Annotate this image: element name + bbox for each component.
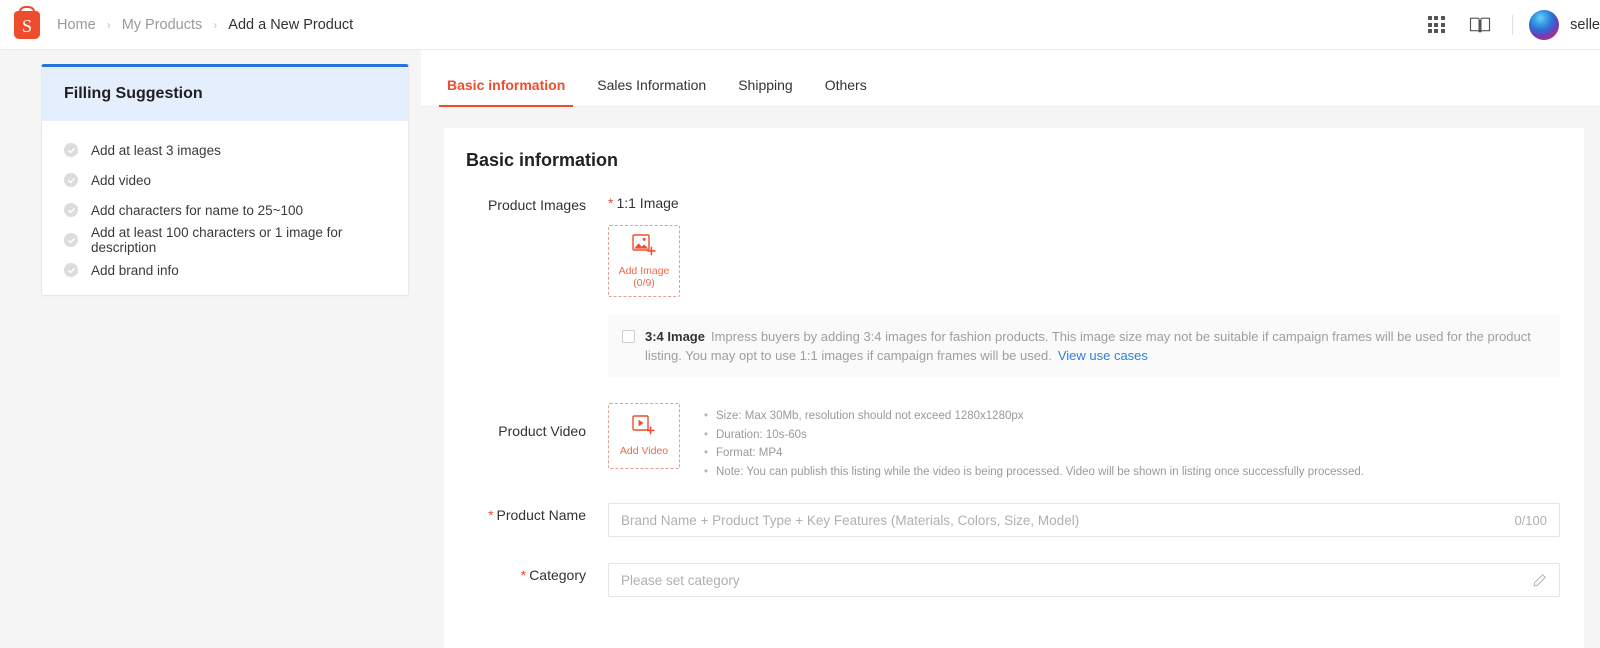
category-label: * Category bbox=[444, 563, 586, 597]
product-name-label: * Product Name bbox=[444, 503, 586, 537]
required-asterisk: * bbox=[608, 195, 614, 211]
apps-grid-icon bbox=[1427, 16, 1445, 33]
required-asterisk: * bbox=[520, 567, 527, 583]
check-circle-icon bbox=[64, 143, 78, 157]
video-specs-list: Size: Max 30Mb, resolution should not ex… bbox=[702, 403, 1364, 481]
add-video-button[interactable]: Add Video bbox=[608, 403, 680, 469]
filling-suggestion-list: Add at least 3 images Add video Add char… bbox=[42, 121, 408, 285]
list-item: Add at least 3 images bbox=[42, 135, 408, 165]
list-item: Add brand info bbox=[42, 255, 408, 285]
filling-suggestion-title: Filling Suggestion bbox=[42, 67, 408, 121]
list-item: Add video bbox=[42, 165, 408, 195]
video-plus-icon bbox=[632, 415, 656, 441]
breadcrumb-separator-icon: › bbox=[106, 17, 111, 32]
filling-suggestion-panel: Filling Suggestion Add at least 3 images… bbox=[41, 64, 409, 296]
product-name-field[interactable]: 0/100 bbox=[608, 503, 1560, 537]
tab-bar: Basic information Sales Information Ship… bbox=[421, 50, 1600, 107]
breadcrumb-item-my-products[interactable]: My Products bbox=[122, 17, 203, 33]
product-name-body: 0/100 bbox=[608, 503, 1584, 537]
help-book-button[interactable] bbox=[1458, 0, 1502, 50]
view-use-cases-link[interactable]: View use cases bbox=[1058, 348, 1148, 363]
ratio-3-4-text-block: 3:4 Image Impress buyers by adding 3:4 im… bbox=[645, 327, 1546, 365]
list-item: Add characters for name to 25~100 bbox=[42, 195, 408, 225]
list-item: Duration: 10s-60s bbox=[704, 426, 1364, 445]
suggestion-label: Add at least 3 images bbox=[91, 142, 221, 158]
book-icon bbox=[1469, 16, 1491, 34]
breadcrumb-item-add-a-new-product: Add a New Product bbox=[228, 16, 354, 33]
suggestion-label: Add video bbox=[91, 172, 152, 188]
add-image-caption-line2: (0/9) bbox=[633, 276, 655, 289]
product-name-input[interactable] bbox=[609, 504, 1509, 536]
seller-name[interactable]: selle bbox=[1570, 17, 1600, 33]
image-plus-icon bbox=[632, 233, 656, 261]
ratio-3-4-checkbox[interactable] bbox=[622, 330, 635, 343]
product-name-row: *Product Name 0/100 bbox=[444, 503, 1584, 537]
tab-shipping[interactable]: Shipping bbox=[722, 77, 809, 106]
shopee-logo[interactable]: S bbox=[13, 10, 41, 40]
product-video-row: Product Video Add Video Size: Max 30Mb, … bbox=[444, 403, 1584, 481]
page-title: Basic information bbox=[466, 150, 619, 170]
list-item: Note: You can publish this listing while… bbox=[704, 463, 1364, 482]
product-video-label: Product Video bbox=[498, 423, 586, 439]
category-row: * Category bbox=[444, 563, 1584, 597]
list-item: Format: MP4 bbox=[704, 444, 1364, 463]
category-body bbox=[608, 563, 1584, 597]
ratio-1-1-text: 1:1 Image bbox=[616, 195, 679, 211]
shopee-logo-mark: S bbox=[14, 10, 40, 39]
product-name-counter: 0/100 bbox=[1514, 512, 1547, 528]
breadcrumb-separator-icon: › bbox=[213, 17, 218, 32]
add-image-caption-line1: Add Image bbox=[618, 264, 670, 277]
list-item: Size: Max 30Mb, resolution should not ex… bbox=[704, 407, 1364, 426]
category-input[interactable] bbox=[609, 564, 1532, 596]
product-images-label: Product Images bbox=[487, 197, 586, 213]
add-image-button[interactable]: Add Image (0/9) bbox=[608, 225, 680, 297]
apps-grid-button[interactable] bbox=[1414, 0, 1458, 50]
avatar[interactable] bbox=[1529, 9, 1560, 40]
shopee-logo-letter: S bbox=[21, 15, 32, 36]
tab-others[interactable]: Others bbox=[809, 77, 883, 106]
top-bar-divider bbox=[1512, 14, 1514, 35]
breadcrumb-item-home[interactable]: Home bbox=[57, 17, 96, 33]
tab-sales-information[interactable]: Sales Information bbox=[581, 77, 722, 106]
top-bar-actions: selle bbox=[1414, 0, 1600, 49]
top-bar: S Home › My Products › Add a New Product… bbox=[0, 0, 1600, 50]
check-circle-icon bbox=[64, 263, 78, 277]
basic-information-card: Basic information Product Images * 1:1 Im… bbox=[444, 128, 1584, 648]
product-name-label-text: Product Name bbox=[496, 507, 586, 523]
suggestion-label: Add at least 100 characters or 1 image f… bbox=[91, 225, 343, 255]
pencil-icon[interactable] bbox=[1532, 573, 1559, 588]
ratio-3-4-note: 3:4 Image Impress buyers by adding 3:4 im… bbox=[608, 315, 1560, 377]
check-circle-icon bbox=[64, 233, 78, 247]
ratio-1-1-label: * 1:1 Image bbox=[608, 195, 1584, 211]
category-label-text: Category bbox=[529, 567, 586, 583]
product-images-body: * 1:1 Image Add Image (0/9) 3:4 Image Im… bbox=[608, 195, 1584, 377]
ratio-3-4-title: 3:4 Image bbox=[645, 329, 705, 344]
add-image-caption: Add Image (0/9) bbox=[619, 265, 670, 289]
add-video-caption: Add Video bbox=[619, 445, 669, 457]
category-field[interactable] bbox=[608, 563, 1560, 597]
suggestion-label: Add characters for name to 25~100 bbox=[91, 202, 304, 218]
product-images-row: Product Images * 1:1 Image Add Image (0/… bbox=[444, 195, 1584, 377]
main-content: Basic information Sales Information Ship… bbox=[421, 50, 1600, 648]
suggestion-label: Add brand info bbox=[91, 262, 179, 278]
product-video-body: Add Video Size: Max 30Mb, resolution sho… bbox=[608, 403, 1584, 481]
list-item: Add at least 100 characters or 1 image f… bbox=[42, 225, 408, 255]
check-circle-icon bbox=[64, 173, 78, 187]
breadcrumb: Home › My Products › Add a New Product bbox=[57, 17, 353, 33]
check-circle-icon bbox=[64, 203, 78, 217]
required-asterisk: * bbox=[488, 507, 494, 523]
tab-basic-information[interactable]: Basic information bbox=[431, 77, 581, 107]
